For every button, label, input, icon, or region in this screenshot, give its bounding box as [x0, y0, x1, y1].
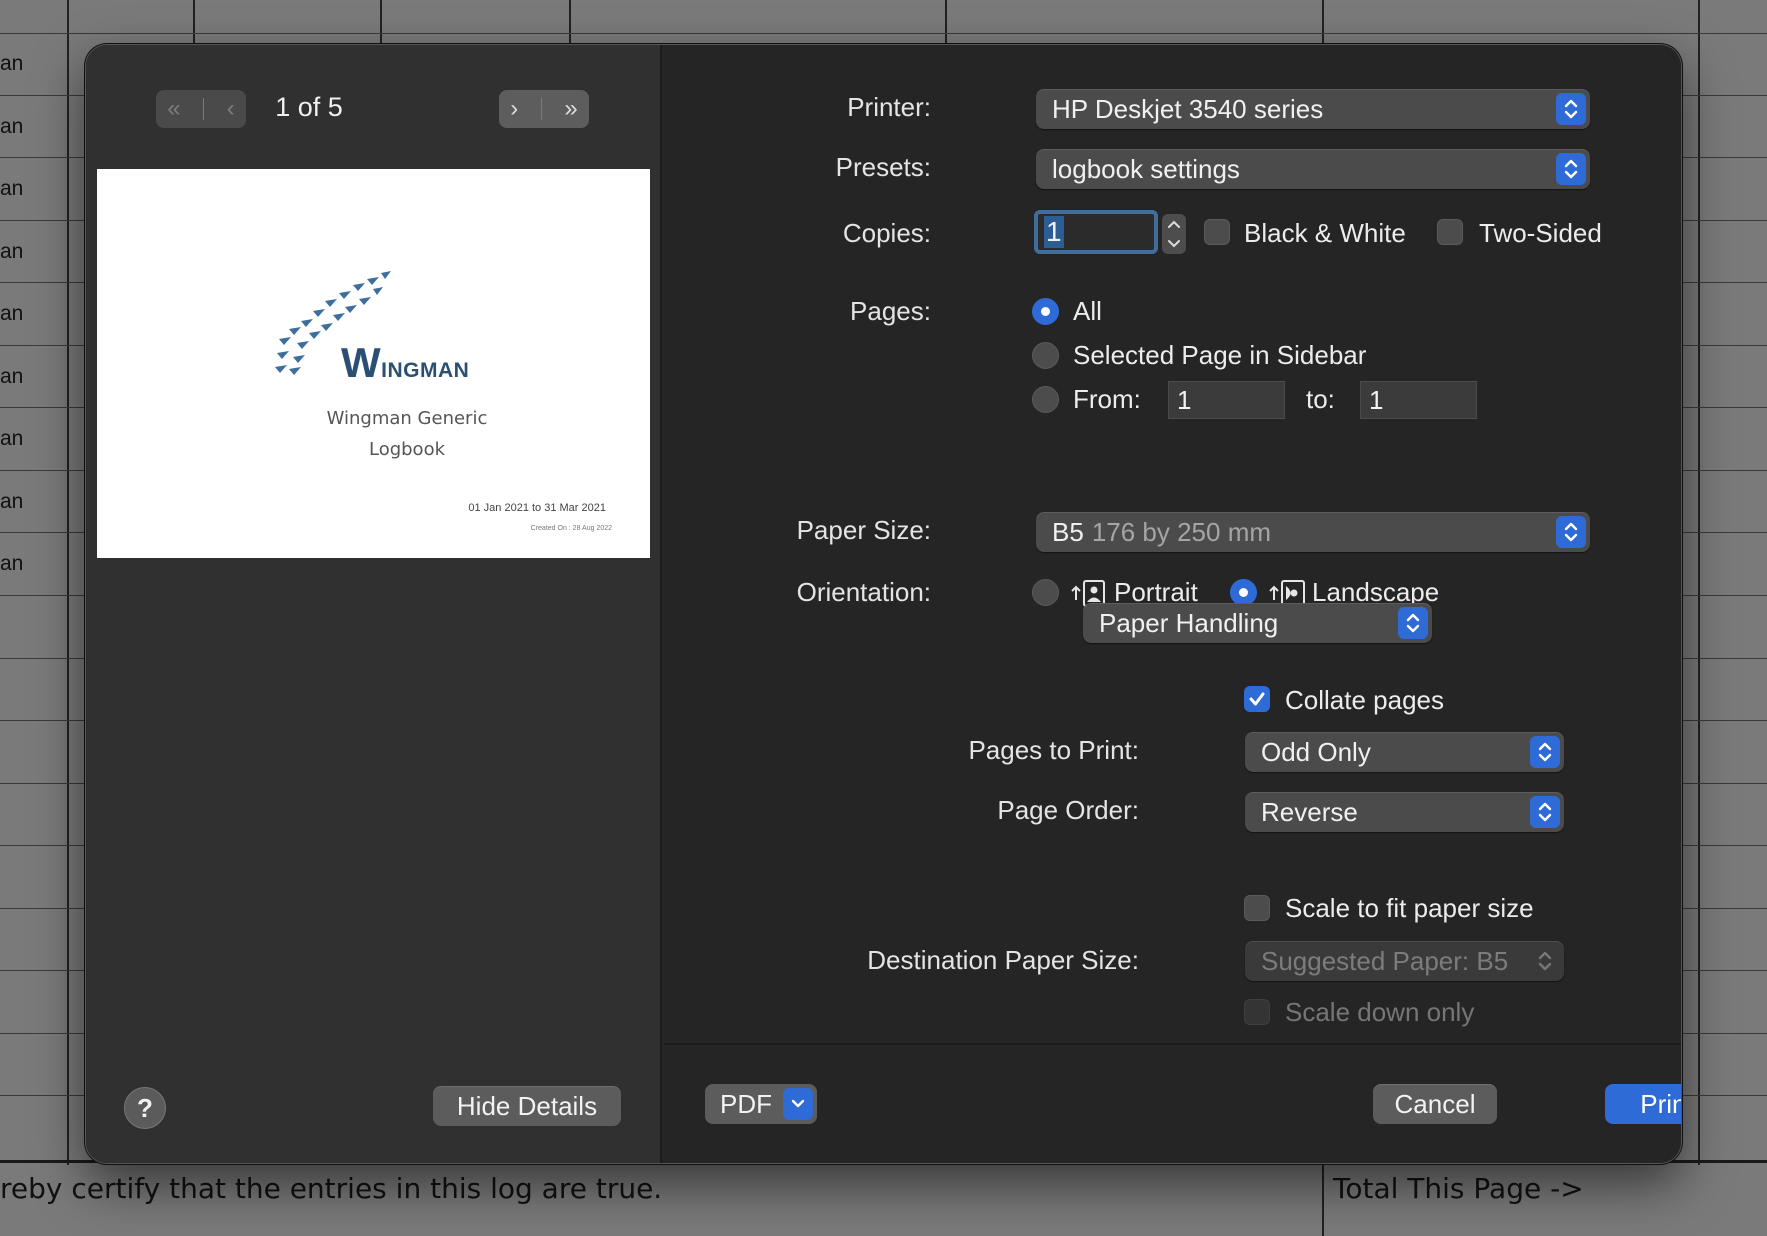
logo-wordmark: WINGMAN	[341, 339, 470, 386]
presets-label: Presets:	[835, 152, 931, 182]
total-text: Total This Page ->	[1333, 1172, 1584, 1205]
copies-value: 1	[1044, 216, 1064, 248]
to-page-input[interactable]: 1	[1360, 381, 1477, 419]
grid-line	[1322, 1165, 1324, 1236]
destination-size-value: Suggested Paper: B5	[1261, 945, 1509, 976]
scale-fit-label: Scale to fit paper size	[1285, 893, 1534, 923]
destination-size-label: Destination Paper Size:	[867, 945, 1139, 975]
row-label: an	[0, 427, 24, 450]
row-label: an	[0, 52, 24, 75]
row-label: an	[0, 365, 24, 388]
preview-created-on: Created On : 28 Aug 2022	[530, 525, 612, 532]
two-sided-checkbox[interactable]	[1437, 219, 1463, 245]
paper-size-label: Paper Size:	[796, 515, 931, 545]
printer-label: Printer:	[847, 92, 931, 122]
chevron-down-icon[interactable]	[1167, 239, 1181, 249]
copies-input[interactable]: 1	[1034, 210, 1158, 254]
divider	[203, 98, 205, 120]
collate-label: Collate pages	[1285, 685, 1444, 715]
paper-size-detail: 176 by 250 mm	[1091, 516, 1272, 547]
row-label: an	[0, 240, 24, 263]
print-dialog: « ‹ 1 of 5 › » WINGMAN Wingman Generic L…	[85, 44, 1682, 1164]
footer-divider	[664, 1043, 1681, 1045]
chevron-down-icon	[783, 1088, 813, 1120]
orientation-label: Orientation:	[796, 577, 931, 607]
prev-page-nav: « ‹	[156, 90, 246, 128]
pages-from-radio[interactable]	[1032, 386, 1059, 413]
paper-size-select[interactable]: B5 176 by 250 mm	[1036, 512, 1590, 552]
scale-down-checkbox	[1244, 999, 1270, 1025]
preview-sidebar: « ‹ 1 of 5 › » WINGMAN Wingman Generic L…	[86, 45, 662, 1163]
from-page-input[interactable]: 1	[1168, 381, 1285, 419]
presets-select[interactable]: logbook settings	[1036, 149, 1590, 189]
pages-label: Pages:	[850, 296, 931, 326]
grid-line	[0, 33, 1767, 34]
scale-down-label: Scale down only	[1285, 997, 1475, 1027]
pages-to-print-value: Odd Only	[1261, 736, 1371, 767]
pdf-label: PDF	[720, 1088, 772, 1119]
collate-checkbox[interactable]	[1244, 686, 1270, 712]
two-sided-label: Two-Sided	[1479, 218, 1602, 248]
page-order-select[interactable]: Reverse	[1245, 792, 1564, 832]
grid-line	[1698, 0, 1700, 1165]
print-button[interactable]: Print	[1605, 1084, 1681, 1124]
grid-line	[67, 0, 69, 1165]
first-page-icon[interactable]: «	[167, 97, 180, 121]
updown-chevron-icon	[1530, 796, 1560, 828]
presets-value: logbook settings	[1052, 153, 1240, 184]
checkmark-icon	[1249, 692, 1265, 706]
updown-chevron-icon	[1530, 945, 1560, 977]
settings-panel: Printer: HP Deskjet 3540 series Presets:…	[664, 45, 1681, 1163]
destination-size-select: Suggested Paper: B5	[1245, 941, 1564, 981]
pages-all-radio[interactable]	[1032, 298, 1059, 325]
row-label: an	[0, 302, 24, 325]
printer-select[interactable]: HP Deskjet 3540 series	[1036, 89, 1590, 129]
row-label: an	[0, 177, 24, 200]
updown-chevron-icon	[1556, 153, 1586, 185]
printer-value: HP Deskjet 3540 series	[1052, 93, 1324, 124]
black-white-checkbox[interactable]	[1204, 219, 1230, 245]
pages-to-print-label: Pages to Print:	[968, 735, 1139, 765]
next-page-icon[interactable]: ›	[510, 97, 518, 121]
landscape-radio[interactable]	[1230, 579, 1257, 606]
pages-selected-radio[interactable]	[1032, 342, 1059, 369]
updown-chevron-icon	[1398, 607, 1428, 639]
pages-all-label: All	[1073, 296, 1102, 326]
to-label: to:	[1306, 384, 1335, 414]
updown-chevron-icon	[1530, 736, 1560, 768]
row-label: an	[0, 490, 24, 513]
black-white-label: Black & White	[1244, 218, 1406, 248]
page-indicator: 1 of 5	[275, 92, 343, 122]
updown-chevron-icon	[1556, 516, 1586, 548]
last-page-icon[interactable]: »	[564, 97, 577, 121]
page-preview[interactable]: WINGMAN Wingman Generic Logbook 01 Jan 2…	[97, 169, 650, 558]
copies-label: Copies:	[842, 218, 931, 248]
divider	[540, 98, 542, 120]
row-label: an	[0, 115, 24, 138]
page-order-value: Reverse	[1261, 796, 1358, 827]
paper-size-value: B5	[1052, 516, 1084, 547]
help-button[interactable]: ?	[124, 1087, 166, 1129]
copies-stepper[interactable]	[1162, 214, 1186, 254]
preview-date-range: 01 Jan 2021 to 31 Mar 2021	[468, 502, 606, 514]
page-order-label: Page Order:	[997, 795, 1139, 825]
certify-text: reby certify that the entries in this lo…	[0, 1172, 663, 1205]
portrait-radio[interactable]	[1032, 579, 1059, 606]
section-select[interactable]: Paper Handling	[1083, 603, 1432, 643]
preview-title-line: Wingman Generic	[326, 408, 488, 429]
cancel-button[interactable]: Cancel	[1373, 1084, 1497, 1124]
pages-selected-label: Selected Page in Sidebar	[1073, 340, 1367, 370]
preview-title-line: Logbook	[368, 439, 446, 460]
next-page-nav: › »	[499, 90, 589, 128]
hide-details-button[interactable]: Hide Details	[433, 1086, 621, 1126]
pages-from-label: From:	[1073, 384, 1141, 414]
updown-chevron-icon	[1556, 93, 1586, 125]
pages-to-print-select[interactable]: Odd Only	[1245, 732, 1564, 772]
pdf-menu-button[interactable]: PDF	[705, 1084, 817, 1124]
chevron-up-icon[interactable]	[1167, 219, 1181, 229]
previous-page-icon[interactable]: ‹	[227, 97, 235, 121]
section-value: Paper Handling	[1099, 607, 1279, 638]
row-label: an	[0, 552, 24, 575]
scale-fit-checkbox[interactable]	[1244, 895, 1270, 921]
